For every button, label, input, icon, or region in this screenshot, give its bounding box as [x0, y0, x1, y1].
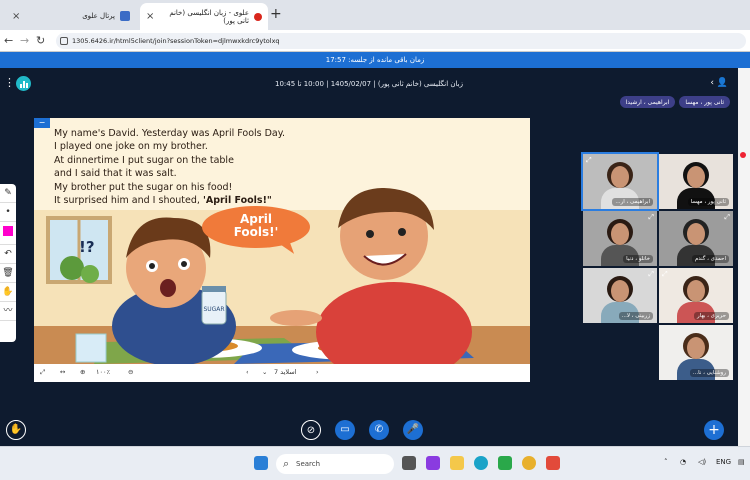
bubble-line: Fools!' — [233, 225, 279, 239]
participant-name: ابراهیمی ، ار... — [612, 198, 653, 206]
story-text: My name's David. Yesterday was April Foo… — [54, 127, 285, 207]
expand-icon[interactable]: ⤢ — [724, 213, 730, 222]
participants-icon[interactable]: ‹ 👤 — [710, 78, 728, 88]
speaker-badges: ثانی پور ، مهسا ابراهیمی ، ارشیدا — [619, 96, 730, 108]
participant-name: خانلو ، دنیا — [623, 255, 653, 263]
app-icon[interactable] — [546, 456, 560, 470]
participant-name: روشنایی ، نا... — [689, 369, 729, 377]
story-line: I played one joke on my brother. — [54, 141, 208, 153]
edge-icon[interactable] — [474, 456, 488, 470]
back-icon[interactable]: ← — [4, 34, 13, 47]
notification-icon[interactable]: ▤ — [738, 458, 745, 466]
prev-slide-icon[interactable]: ‹ — [246, 368, 249, 376]
participant-name: ثانی پور ، مهسا — [687, 198, 729, 206]
site-favicon-icon — [120, 11, 130, 21]
webcam-tile[interactable]: ⤢ زربینی ، لا... — [583, 268, 657, 323]
screen-share-icon[interactable]: ⊘ — [301, 420, 321, 440]
next-slide-icon[interactable]: › — [316, 368, 319, 376]
webcam-tile[interactable]: ثانی پور ، مهسا — [659, 154, 733, 209]
webcam-tile[interactable]: روشنایی ، نا... — [659, 325, 733, 380]
app-icon[interactable] — [426, 456, 440, 470]
right-panel-edge — [738, 68, 750, 446]
close-tab-icon[interactable]: × — [12, 11, 20, 22]
presentation-controls: ⤢ ↔ ⊕ ۱۰۰٪ ⊖ ‹ ⌄ اسلاید 7 › — [34, 364, 530, 382]
expand-icon[interactable]: ⤢ — [648, 213, 654, 222]
file-explorer-icon[interactable] — [450, 456, 464, 470]
participant-name: احمدی ، گندم — [691, 255, 729, 263]
browser-tab-class[interactable]: علوی - زبان انگلیسی (خانم ثانی پور) × — [140, 3, 268, 30]
pan-hand-icon[interactable]: ✋ — [0, 283, 16, 302]
story-quote: 'April Fools!" — [202, 195, 272, 207]
zoom-level: ۱۰۰٪ — [96, 368, 110, 376]
leave-audio-icon[interactable]: ✆ — [369, 420, 389, 440]
camera-icon[interactable]: ▭ — [335, 420, 355, 440]
tab-title: علوی - زبان انگلیسی (خانم ثانی پور) — [169, 8, 249, 25]
close-tab-icon[interactable]: × — [146, 11, 154, 22]
network-icon[interactable]: ◔ — [680, 458, 686, 466]
jar-label: SUGAR — [203, 306, 224, 313]
webcam-tile[interactable]: ⤢ ابراهیمی ، ار... — [581, 152, 659, 211]
site-info-icon[interactable] — [60, 37, 68, 45]
participant-name: حریری ، بهار — [694, 312, 729, 320]
meeting-header: ⋮ زبان انگلیسی (خانم ثانی پور) | 1405/02… — [0, 68, 738, 98]
exclaim-mark: !? — [79, 238, 95, 256]
speech-bubble: April Fools!' — [202, 206, 310, 248]
actions-plus-icon[interactable]: + — [704, 420, 724, 440]
volume-icon[interactable]: ◁) — [698, 458, 706, 466]
expand-icon[interactable]: ⤢ — [648, 270, 654, 279]
new-tab-icon[interactable]: + — [270, 6, 282, 22]
zoom-in-icon[interactable]: ⊕ — [80, 368, 85, 376]
forward-icon[interactable]: → — [20, 34, 29, 47]
meeting-app: ⋮ زبان انگلیسی (خانم ثانی پور) | 1405/02… — [0, 68, 738, 446]
fit-to-screen-icon[interactable]: ⤢ — [40, 368, 45, 377]
stroke-size-icon[interactable]: • — [0, 203, 16, 222]
story-line: At dinnertime I put sugar on the table — [54, 154, 234, 166]
color-picker[interactable] — [0, 226, 16, 245]
minimize-presentation-icon[interactable]: − — [34, 118, 50, 128]
pencil-icon[interactable]: ✎ — [0, 184, 16, 203]
slide-dropdown-icon[interactable]: ⌄ — [262, 368, 267, 376]
presentation-slide: SUGAR − My name's David. Yesterday was A… — [34, 118, 530, 364]
tab-title: پرتال علوی — [82, 12, 115, 20]
participant-name: زربینی ، لا... — [618, 312, 653, 320]
session-timer: زمان باقی مانده از جلسه: 17:57 — [0, 52, 750, 68]
speaker-badge: ثانی پور ، مهسا — [679, 96, 730, 108]
recording-icon — [254, 12, 262, 21]
undo-icon[interactable]: ↶ — [0, 245, 16, 264]
zoom-out-icon[interactable]: ⊖ — [128, 368, 133, 376]
multi-user-whiteboard-icon[interactable]: 〰 — [0, 302, 16, 321]
browser-tab-bar: پرتال علوی × علوی - زبان انگلیسی (خانم ث… — [0, 0, 750, 30]
raise-hand-icon[interactable]: ✋ — [6, 420, 26, 440]
url-text: 1305.6426.ir/html5client/join?sessionTok… — [72, 37, 280, 45]
trash-icon[interactable]: 🗑 — [0, 264, 16, 283]
address-bar: ← → ↻ 1305.6426.ir/html5client/join?sess… — [0, 30, 750, 52]
story-line: My brother put the sugar on his food! — [54, 181, 233, 193]
expand-icon[interactable]: ⤢ — [662, 270, 668, 279]
start-menu-icon[interactable] — [254, 456, 268, 470]
webcam-tile[interactable]: ⤢ خانلو ، دنیا — [583, 211, 657, 266]
slide-selector[interactable]: اسلاید 7 — [274, 368, 297, 376]
microphone-icon[interactable]: 🎤 — [403, 420, 423, 440]
annotation-toolbar: ✎ • ↶ 🗑 ✋ 〰 — [0, 184, 16, 342]
speaker-badge: ابراهیمی ، ارشیدا — [619, 96, 676, 108]
app-icon[interactable] — [498, 456, 512, 470]
os-taskbar: Search ˄ ◔ ◁) ENG ▤ — [0, 446, 750, 480]
webcam-tile[interactable]: ⤢ حریری ، بهار — [659, 268, 733, 323]
task-view-icon[interactable] — [402, 456, 416, 470]
fit-width-icon[interactable]: ↔ — [60, 368, 65, 376]
story-line: My name's David. Yesterday was April Foo… — [54, 128, 286, 139]
webcam-tile[interactable]: ⤢ احمدی ، گندم — [659, 211, 733, 266]
story-line-prefix: It surprised him and I shouted, — [54, 195, 203, 207]
expand-icon[interactable]: ⤢ — [586, 156, 592, 165]
taskbar-search[interactable]: Search — [276, 454, 394, 474]
chrome-icon[interactable] — [522, 456, 536, 470]
meeting-title: زبان انگلیسی (خانم ثانی پور) | 1405/02/0… — [275, 80, 463, 88]
reload-icon[interactable]: ↻ — [36, 34, 45, 47]
url-field[interactable]: 1305.6426.ir/html5client/join?sessionTok… — [56, 33, 746, 49]
story-line: and I said that it was salt. — [54, 168, 177, 180]
browser-tab-portal[interactable]: پرتال علوی × — [6, 5, 136, 27]
language-indicator[interactable]: ENG — [716, 458, 731, 466]
tray-arrow-icon[interactable]: ˄ — [664, 458, 668, 466]
